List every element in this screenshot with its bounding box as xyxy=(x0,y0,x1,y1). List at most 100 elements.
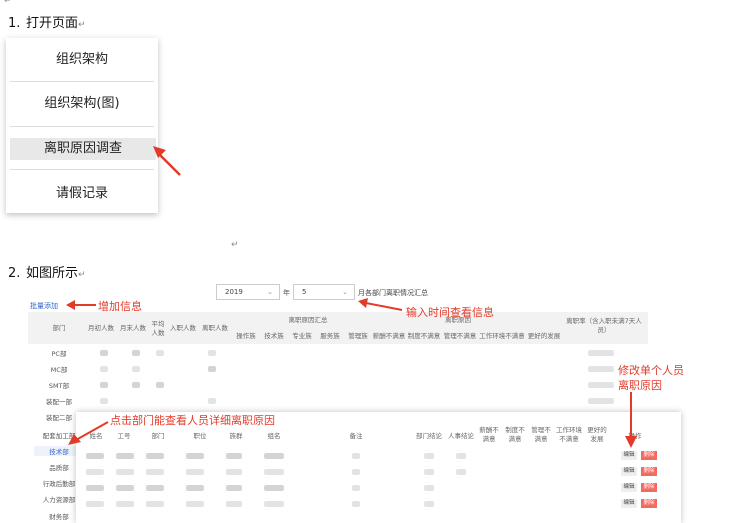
popup-col-header: 制度不满意 xyxy=(505,426,525,443)
blurred-cell xyxy=(132,350,140,356)
delete-button[interactable]: 删除 xyxy=(641,467,657,476)
blurred-cell xyxy=(132,366,140,372)
blurred-cell xyxy=(264,453,284,459)
edit-button[interactable]: 编辑 xyxy=(621,499,637,508)
dept-row-link[interactable]: 装配一部 xyxy=(34,396,84,406)
blurred-cell xyxy=(264,501,284,507)
col-header: 工作环境不满意 xyxy=(479,332,525,340)
paragraph-mark: ↵ xyxy=(231,240,239,250)
blurred-cell xyxy=(186,453,204,459)
blurred-cell xyxy=(86,453,104,459)
annotation-time: 输入时间查看信息 xyxy=(406,306,494,319)
annotation-modify-2: 离职原因 xyxy=(618,379,662,392)
col-header-dept: 部门 xyxy=(52,324,66,332)
dept-row-link[interactable]: SMT部 xyxy=(34,380,84,390)
col-header: 服务族 xyxy=(320,332,340,340)
red-arrow-icon xyxy=(68,421,109,445)
popup-col-header: 组名 xyxy=(267,432,281,440)
delete-button[interactable]: 删除 xyxy=(641,499,657,508)
month-select[interactable]: 5 ⌄ xyxy=(293,284,355,300)
menu-card: 组织架构 组织架构(图) 离职原因调查 请假记录 xyxy=(6,38,158,213)
blurred-cell xyxy=(186,485,204,491)
blurred-cell xyxy=(100,350,108,356)
popup-col-header: 族群 xyxy=(229,432,243,440)
blurred-cell xyxy=(352,501,360,507)
edit-button[interactable]: 编辑 xyxy=(621,467,637,476)
blurred-cell xyxy=(100,382,108,388)
annotation-dept-click: 点击部门能查看人员详细离职原因 xyxy=(110,414,275,427)
blurred-cell xyxy=(588,350,614,356)
popup-col-header: 管理不满意 xyxy=(531,426,551,443)
blurred-cell xyxy=(226,469,242,475)
blurred-cell xyxy=(456,453,466,459)
col-header: 离职人数 xyxy=(202,324,228,332)
blurred-cell xyxy=(352,453,360,459)
menu-divider xyxy=(10,169,154,170)
blurred-cell xyxy=(264,469,284,475)
blurred-cell xyxy=(208,398,216,404)
chevron-down-icon: ⌄ xyxy=(342,288,348,296)
col-header: 专业族 xyxy=(292,332,312,340)
edit-button[interactable]: 编辑 xyxy=(621,451,637,460)
step-1-text: 打开页面 xyxy=(26,16,79,31)
step-2-text: 如图所示 xyxy=(26,266,79,281)
menu-item-leave-records[interactable]: 请假记录 xyxy=(6,172,158,216)
blurred-cell xyxy=(156,350,164,356)
col-header: 入职人数 xyxy=(170,324,196,332)
blurred-cell xyxy=(186,501,204,507)
annotation-add: 增加信息 xyxy=(98,300,142,313)
blurred-cell xyxy=(208,366,216,372)
delete-button[interactable]: 删除 xyxy=(641,483,657,492)
col-header: 月初人数 xyxy=(88,324,114,332)
popup-col-header: 更好的发展 xyxy=(587,426,607,443)
col-header-rate: 离职率（含入职未满7天人员） xyxy=(566,317,642,334)
blurred-cell xyxy=(100,366,108,372)
delete-button[interactable]: 删除 xyxy=(641,451,657,460)
popup-col-header: 部门 xyxy=(151,432,165,440)
blurred-cell xyxy=(424,485,434,491)
blurred-cell xyxy=(146,469,164,475)
menu-item-org-structure[interactable]: 组织架构 xyxy=(6,38,158,82)
dept-row-link[interactable]: MC部 xyxy=(34,364,84,374)
blurred-cell xyxy=(226,485,242,491)
blurred-cell xyxy=(146,485,164,491)
step-2-number: 2. xyxy=(8,266,21,281)
paragraph-mark: ↵ xyxy=(78,270,86,280)
blurred-cell xyxy=(86,469,104,475)
batch-add-link[interactable]: 批量添加 xyxy=(30,301,58,311)
col-header: 管理族 xyxy=(348,332,368,340)
summary-title: 月各部门离职情况汇总 xyxy=(358,289,428,297)
popup-col-header: 职位 xyxy=(193,432,207,440)
col-header: 管理不满意 xyxy=(443,332,477,340)
popup-col-header: 工作环境不满意 xyxy=(556,426,582,443)
col-header: 操作族 xyxy=(236,332,256,340)
blurred-cell xyxy=(116,501,134,507)
menu-item-resignation-survey[interactable]: 离职原因调查 xyxy=(10,138,156,160)
menu-item-org-chart[interactable]: 组织架构(图) xyxy=(6,82,158,126)
resignation-summary-screenshot: 2019 ⌄ 年 5 ⌄ 月各部门离职情况汇总 批量添加 部门 月初人数 月末人数 … xyxy=(28,282,708,523)
blurred-cell xyxy=(116,453,134,459)
blurred-cell xyxy=(132,382,140,388)
edit-button[interactable]: 编辑 xyxy=(621,483,637,492)
col-header: 技术族 xyxy=(264,332,284,340)
popup-col-header: 部门结论 xyxy=(416,432,442,440)
col-header: 月末人数 xyxy=(120,324,146,332)
blurred-cell xyxy=(588,366,614,372)
blurred-cell xyxy=(146,501,164,507)
month-value: 5 xyxy=(302,288,307,296)
dept-row-link[interactable]: PC部 xyxy=(34,348,84,358)
blurred-cell xyxy=(264,485,284,491)
year-label: 年 xyxy=(283,289,290,297)
popup-col-header: 人事结论 xyxy=(448,432,474,440)
paragraph-mark: ↵ xyxy=(4,0,12,6)
year-select[interactable]: 2019 ⌄ xyxy=(216,284,280,300)
menu-divider xyxy=(10,126,154,127)
year-value: 2019 xyxy=(225,288,243,296)
step-1: 1. 打开页面↵ xyxy=(8,12,86,31)
blurred-cell xyxy=(226,501,242,507)
blurred-cell xyxy=(86,501,104,507)
red-arrow-icon xyxy=(66,300,96,310)
col-header: 平均人数 xyxy=(151,320,165,337)
blurred-cell xyxy=(456,469,466,475)
red-arrow-icon xyxy=(625,392,637,448)
